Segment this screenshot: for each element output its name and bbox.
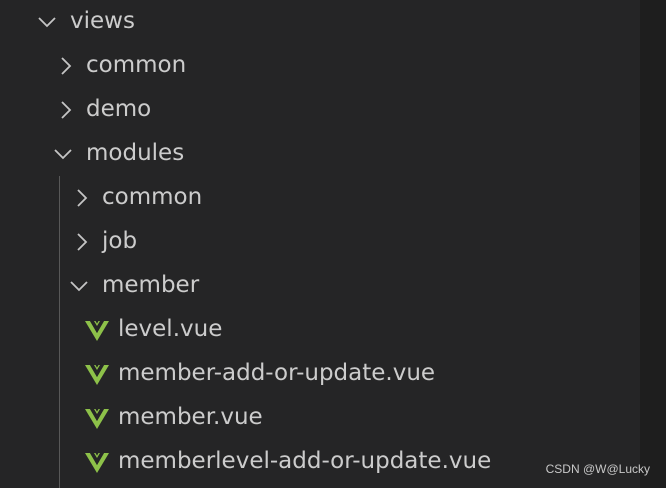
file-explorer-tree: views common demo modules common job mem…: [0, 0, 640, 488]
tree-item-label: level.vue: [118, 316, 223, 342]
tree-item-label: member-add-or-update.vue: [118, 360, 436, 386]
editor-edge: [640, 0, 666, 488]
tree-item-member-add-or-update-vue-file[interactable]: member-add-or-update.vue: [0, 352, 640, 396]
tree-item-label: modules: [86, 140, 185, 166]
watermark-text: CSDN @W@Lucky: [545, 462, 650, 476]
chevron-right-icon: [56, 56, 76, 76]
tree-item-label: common: [102, 184, 203, 210]
chevron-down-icon: [69, 276, 89, 296]
tree-item-label: demo: [86, 96, 152, 122]
vue-file-icon: [85, 321, 109, 341]
chevron-right-icon: [56, 100, 76, 120]
chevron-down-icon: [53, 144, 73, 164]
tree-item-memberlevel-add-or-update-vue-file[interactable]: memberlevel-add-or-update.vue: [0, 440, 640, 484]
tree-item-label: member.vue: [118, 404, 263, 430]
tree-item-label: views: [70, 8, 135, 34]
tree-item-label: member: [102, 272, 200, 298]
tree-item-member-folder[interactable]: member: [0, 264, 640, 308]
tree-item-level-vue-file[interactable]: level.vue: [0, 308, 640, 352]
tree-item-modules-folder[interactable]: modules: [0, 132, 640, 176]
tree-item-common-folder[interactable]: common: [0, 44, 640, 88]
chevron-right-icon: [72, 188, 92, 208]
chevron-right-icon: [72, 232, 92, 252]
vue-file-icon: [85, 409, 109, 429]
tree-item-member-vue-file[interactable]: member.vue: [0, 396, 640, 440]
chevron-down-icon: [37, 12, 57, 32]
tree-item-job-folder[interactable]: job: [0, 220, 640, 264]
vue-file-icon: [85, 365, 109, 385]
vue-file-icon: [85, 453, 109, 473]
tree-item-modules-common-folder[interactable]: common: [0, 176, 640, 220]
tree-item-label: common: [86, 52, 187, 78]
tree-item-demo-folder[interactable]: demo: [0, 88, 640, 132]
tree-item-label: job: [102, 228, 138, 254]
tree-item-label: memberlevel-add-or-update.vue: [118, 448, 492, 474]
tree-item-views-folder[interactable]: views: [0, 0, 640, 44]
